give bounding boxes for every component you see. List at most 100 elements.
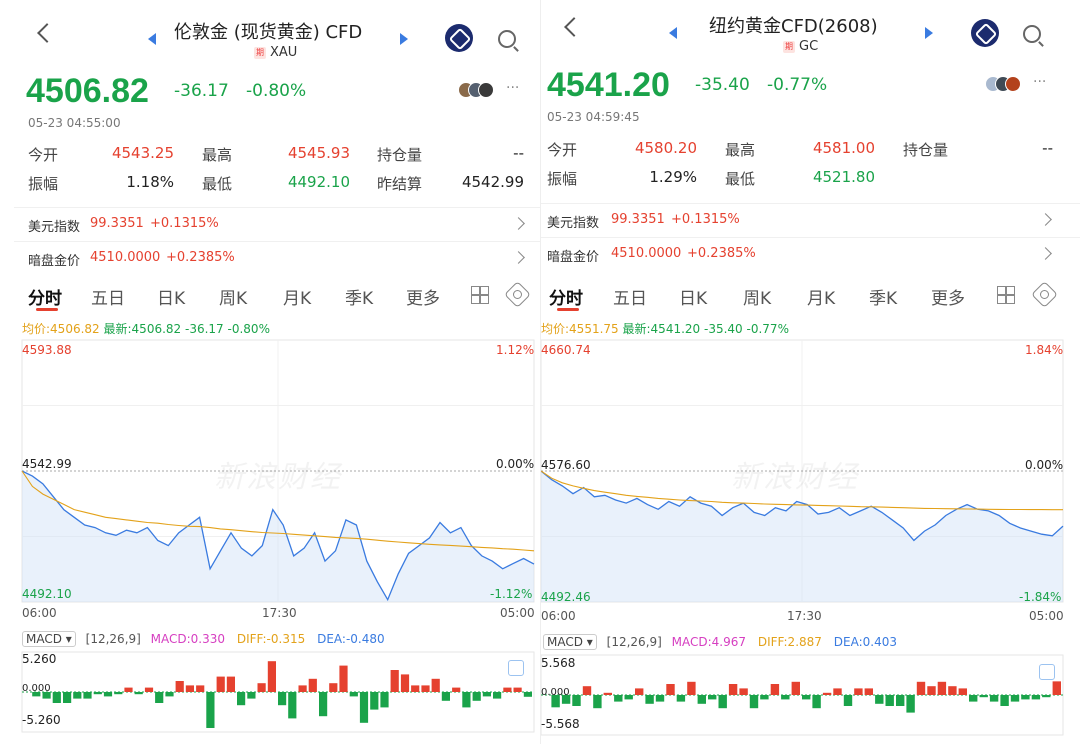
macd-bar	[708, 695, 717, 700]
more-icon[interactable]: ···	[506, 80, 519, 96]
label-high: 最高	[725, 141, 756, 159]
macd-bar	[308, 678, 317, 692]
tab-quarterly-k[interactable]: 季K	[869, 284, 897, 309]
macd-chart[interactable]	[541, 654, 1064, 736]
macd-bar	[196, 685, 205, 692]
macd-bar	[1031, 695, 1041, 700]
back-icon[interactable]	[564, 17, 584, 37]
community-avatars[interactable]	[985, 76, 1029, 94]
macd-selector[interactable]: MACD ▾	[22, 631, 76, 647]
macd-bar	[400, 674, 410, 692]
dea-value: DEA:0.403	[833, 635, 897, 649]
quote-time: 05-23 04:55:00	[28, 116, 121, 130]
back-icon[interactable]	[37, 23, 57, 43]
next-instrument-icon[interactable]	[400, 33, 408, 45]
macd-bar	[791, 681, 800, 695]
instrument-code: 期 XAU	[254, 45, 297, 60]
macd-bar	[503, 687, 512, 692]
macd-bar	[979, 695, 988, 698]
macd-chart[interactable]	[21, 651, 535, 733]
macd-bar	[948, 686, 957, 695]
tab-weekly-k[interactable]: 周K	[219, 284, 247, 309]
label-low: 最低	[725, 170, 756, 188]
macd-bar	[257, 683, 266, 692]
macd-axis-top: 5.260	[22, 652, 57, 666]
tab-intraday[interactable]: 分时	[28, 284, 62, 309]
search-icon[interactable]	[498, 30, 516, 48]
expand-icon[interactable]	[1039, 664, 1055, 680]
tab-five-day[interactable]: 五日	[613, 284, 647, 309]
next-instrument-icon[interactable]	[925, 27, 933, 39]
search-icon[interactable]	[1023, 25, 1041, 43]
index-row-usd[interactable]: 美元指数 99.3351 +0.1315%	[14, 207, 540, 239]
index-name: 暗盘金价	[28, 254, 81, 269]
macd-axis-bottom: -5.260	[22, 713, 61, 727]
community-avatars[interactable]	[458, 82, 498, 100]
y-axis-top: 4593.88	[22, 343, 72, 357]
macd-bar	[185, 685, 194, 692]
app-logo-icon[interactable]	[971, 19, 999, 47]
settings-icon[interactable]	[1031, 281, 1058, 308]
x-axis-start: 06:00	[541, 609, 576, 623]
value-low: 4521.80	[812, 168, 875, 186]
value-open: 4543.25	[111, 144, 174, 162]
tab-monthly-k[interactable]: 月K	[283, 284, 311, 309]
index-change: +0.2385%	[166, 250, 235, 265]
tab-daily-k[interactable]: 日K	[157, 284, 185, 309]
macd-bar	[572, 695, 581, 706]
index-row-dark-gold[interactable]: 暗盘金价 4510.0000 +0.2385%	[14, 241, 540, 273]
macd-axis-zero: 0.000	[22, 683, 51, 694]
prev-instrument-icon[interactable]	[669, 27, 677, 39]
macd-bar	[697, 695, 706, 704]
tab-more[interactable]: 更多	[406, 284, 440, 309]
macd-bar	[482, 692, 491, 697]
index-value: 99.3351	[90, 216, 144, 231]
label-high: 最高	[202, 146, 233, 164]
tab-monthly-k[interactable]: 月K	[807, 284, 835, 309]
index-row-dark-gold[interactable]: 暗盘金价 4510.0000 +0.2385%	[541, 237, 1080, 269]
panel-london-gold: 伦敦金 (现货黄金) CFD 期 XAU 4506.82 -36.17 -0.80…	[14, 0, 540, 744]
prev-instrument-icon[interactable]	[148, 33, 156, 45]
layout-grid-icon[interactable]	[471, 286, 489, 304]
legend-latest: 最新:4541.20	[622, 322, 701, 336]
more-icon[interactable]: ···	[1033, 74, 1046, 90]
index-row-usd[interactable]: 美元指数 99.3351 +0.1315%	[541, 203, 1080, 235]
tab-quarterly-k[interactable]: 季K	[345, 284, 373, 309]
pct-axis-top: 1.12%	[496, 343, 535, 357]
macd-bar	[472, 692, 481, 701]
y-axis-mid: 4542.99	[22, 457, 72, 471]
tab-more[interactable]: 更多	[931, 284, 965, 309]
macd-bar	[906, 695, 915, 713]
value-open-interest: --	[513, 144, 524, 162]
app-logo-icon[interactable]	[445, 24, 473, 52]
settings-icon[interactable]	[504, 281, 531, 308]
pct-axis-mid: 0.00%	[496, 457, 535, 471]
macd-selector-label: MACD	[26, 632, 62, 646]
macd-bar	[73, 692, 82, 699]
macd-axis-zero: 0.000	[541, 687, 570, 698]
y-axis-top: 4660.74	[541, 343, 591, 357]
macd-bar	[206, 692, 215, 728]
x-axis-end: 05:00	[500, 606, 535, 620]
tab-five-day[interactable]: 五日	[91, 284, 125, 309]
macd-selector[interactable]: MACD ▾	[543, 634, 597, 650]
expand-icon[interactable]	[508, 660, 524, 676]
tab-weekly-k[interactable]: 周K	[743, 284, 771, 309]
macd-axis-bottom: -5.568	[541, 717, 580, 731]
macd-bar	[593, 695, 602, 709]
instrument-code-text: XAU	[270, 45, 298, 60]
last-price: 4541.20	[547, 66, 670, 104]
macd-header: MACD ▾ [12,26,9] MACD:0.330 DIFF:-0.315 …	[22, 631, 385, 647]
legend-latest: 最新:4506.82	[103, 322, 182, 336]
macd-bar	[666, 684, 675, 695]
futures-badge: 期	[254, 46, 266, 59]
diff-value: DIFF:2.887	[757, 635, 822, 649]
macd-params: [12,26,9]	[85, 632, 141, 646]
macd-bar	[124, 687, 133, 692]
quote-time: 05-23 04:59:45	[547, 110, 640, 124]
chevron-right-icon	[1039, 213, 1052, 226]
tab-daily-k[interactable]: 日K	[679, 284, 707, 309]
tab-intraday[interactable]: 分时	[549, 284, 583, 309]
macd-bar	[1000, 695, 1009, 706]
layout-grid-icon[interactable]	[997, 286, 1015, 304]
